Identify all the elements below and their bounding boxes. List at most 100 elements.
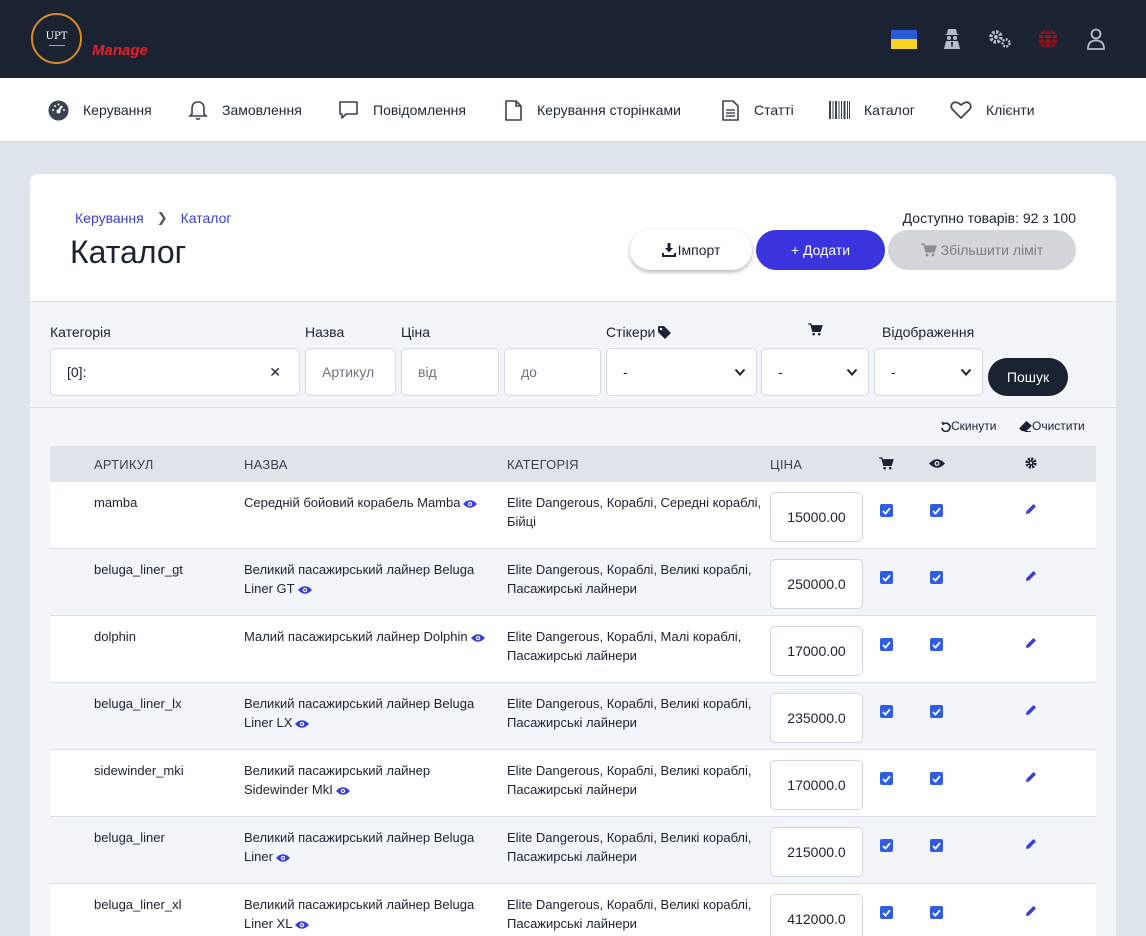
- breadcrumb-current-link[interactable]: Каталог: [181, 210, 232, 226]
- category-cell: Elite Dangerous, Кораблі, Великі кораблі…: [507, 763, 752, 797]
- search-button[interactable]: Пошук: [988, 358, 1068, 396]
- visible-checkbox[interactable]: [930, 504, 943, 517]
- display-select-value: -: [891, 364, 896, 380]
- table-row: beluga_liner Великий пасажирський лайнер …: [50, 817, 1096, 884]
- stickers-select-value: -: [623, 364, 628, 380]
- increase-limit-button[interactable]: Збільшити ліміт: [888, 230, 1076, 270]
- nav-item-orders[interactable]: Замовлення: [188, 98, 302, 122]
- category-select[interactable]: [0]: ✕: [50, 348, 300, 396]
- price-input[interactable]: 215000.0: [770, 827, 863, 877]
- top-bar: UPT Manage: [0, 0, 1146, 78]
- cart-icon: [808, 323, 823, 336]
- stickers-filter-label: Стікери: [606, 324, 672, 340]
- edit-pencil-icon[interactable]: [1025, 502, 1037, 518]
- main-nav: Керування Замовлення Повідомлення Керува…: [0, 78, 1146, 142]
- edit-pencil-icon[interactable]: [1025, 636, 1037, 652]
- edit-pencil-icon[interactable]: [1025, 837, 1037, 853]
- nav-item-messages[interactable]: Повідомлення: [338, 98, 466, 122]
- sku-cell: beluga_liner_gt: [94, 562, 183, 577]
- edit-pencil-icon[interactable]: [1025, 904, 1037, 920]
- name-cell: Великий пасажирський лайнер Beluga Liner …: [244, 897, 475, 931]
- visible-checkbox[interactable]: [930, 772, 943, 785]
- eye-icon[interactable]: [297, 585, 312, 595]
- import-button[interactable]: Імпорт: [630, 230, 752, 270]
- column-header-category[interactable]: КАТЕГОРІЯ: [507, 457, 579, 472]
- add-button[interactable]: + Додати: [756, 230, 885, 270]
- gears-icon[interactable]: [987, 26, 1013, 52]
- price-input[interactable]: 250000.0: [770, 559, 863, 609]
- in-cart-checkbox[interactable]: [880, 772, 893, 785]
- logo-text: UPT: [45, 31, 68, 42]
- edit-pencil-icon[interactable]: [1025, 703, 1037, 719]
- eye-icon[interactable]: [470, 633, 485, 643]
- name-cell: Малий пасажирський лайнер Dolphin: [244, 627, 499, 646]
- in-cart-checkbox[interactable]: [880, 504, 893, 517]
- nav-item-articles[interactable]: Статті: [721, 98, 794, 122]
- column-header-name[interactable]: НАЗВА: [244, 457, 288, 472]
- eye-icon[interactable]: [335, 786, 350, 796]
- eye-icon[interactable]: [275, 853, 290, 863]
- nav-item-catalog[interactable]: Каталог: [829, 98, 915, 122]
- edit-pencil-icon[interactable]: [1025, 569, 1037, 585]
- sku-cell: beluga_liner: [94, 830, 165, 845]
- price-from-input[interactable]: від: [401, 348, 499, 396]
- visible-checkbox[interactable]: [930, 839, 943, 852]
- nav-item-clients[interactable]: Клієнти: [950, 98, 1035, 122]
- increase-limit-label: Збільшити ліміт: [940, 242, 1044, 258]
- nav-label: Каталог: [864, 102, 915, 118]
- in-cart-checkbox[interactable]: [880, 906, 893, 919]
- table-header: АРТИКУЛ НАЗВА КАТЕГОРІЯ ЦІНА: [50, 446, 1096, 482]
- in-cart-checkbox[interactable]: [880, 571, 893, 584]
- clear-category-icon[interactable]: ✕: [269, 364, 281, 381]
- price-input[interactable]: 412000.0: [770, 894, 863, 936]
- visible-checkbox[interactable]: [930, 705, 943, 718]
- display-filter-label: Відображення: [882, 324, 975, 340]
- sku-cell: beluga_liner_lx: [94, 696, 182, 711]
- user-icon[interactable]: [1083, 26, 1109, 52]
- price-input[interactable]: 170000.0: [770, 760, 863, 810]
- in-cart-checkbox[interactable]: [880, 839, 893, 852]
- globe-icon[interactable]: [1035, 26, 1061, 52]
- display-select[interactable]: -: [874, 348, 983, 396]
- column-header-price[interactable]: ЦІНА: [770, 457, 802, 472]
- card-header: Керування ❯ Каталог Каталог Доступно тов…: [30, 174, 1116, 302]
- barcode-icon: [829, 101, 850, 119]
- nav-item-pages[interactable]: Керування сторінками: [504, 98, 681, 122]
- clear-button[interactable]: Очистити: [1019, 419, 1085, 433]
- price-input[interactable]: 17000.00: [770, 626, 863, 676]
- nav-label: Керування: [83, 102, 152, 118]
- heart-icon: [950, 101, 972, 119]
- in-cart-checkbox[interactable]: [880, 705, 893, 718]
- table-row: sidewinder_mki Великий пасажирський лайне…: [50, 750, 1096, 817]
- ukraine-flag-icon[interactable]: [891, 26, 917, 52]
- sku-search-input[interactable]: Артикул: [305, 348, 396, 396]
- stickers-select[interactable]: -: [606, 348, 757, 396]
- visible-checkbox[interactable]: [930, 571, 943, 584]
- table-row: mamba Середній бойовий корабель Mamba Elit…: [50, 482, 1096, 549]
- in-cart-checkbox[interactable]: [880, 638, 893, 651]
- eye-icon[interactable]: [295, 719, 310, 729]
- price-input[interactable]: 235000.0: [770, 693, 863, 743]
- edit-pencil-icon[interactable]: [1025, 770, 1037, 786]
- cart-select[interactable]: -: [761, 348, 869, 396]
- visible-checkbox[interactable]: [930, 638, 943, 651]
- spy-icon[interactable]: [939, 26, 965, 52]
- dashboard-icon: [48, 100, 69, 120]
- eye-icon[interactable]: [295, 920, 310, 930]
- breadcrumb-home-link[interactable]: Керування: [75, 210, 144, 226]
- price-input[interactable]: 15000.00: [770, 492, 863, 542]
- visible-checkbox[interactable]: [930, 906, 943, 919]
- nav-label: Клієнти: [986, 102, 1035, 118]
- price-to-input[interactable]: до: [504, 348, 601, 396]
- name-cell: Великий пасажирський лайнер Beluga Liner …: [244, 562, 475, 596]
- category-cell: Elite Dangerous, Кораблі, Середні корабл…: [507, 495, 762, 529]
- reset-button[interactable]: Скинути: [940, 419, 996, 433]
- nav-label: Керування сторінками: [537, 102, 681, 118]
- message-icon: [339, 100, 358, 119]
- nav-label: Статті: [754, 102, 794, 118]
- eye-icon[interactable]: [463, 499, 478, 509]
- nav-item-dashboard[interactable]: Керування: [48, 98, 152, 122]
- logo[interactable]: UPT: [31, 13, 82, 64]
- column-header-sku[interactable]: АРТИКУЛ: [94, 457, 154, 472]
- add-label: + Додати: [790, 242, 851, 258]
